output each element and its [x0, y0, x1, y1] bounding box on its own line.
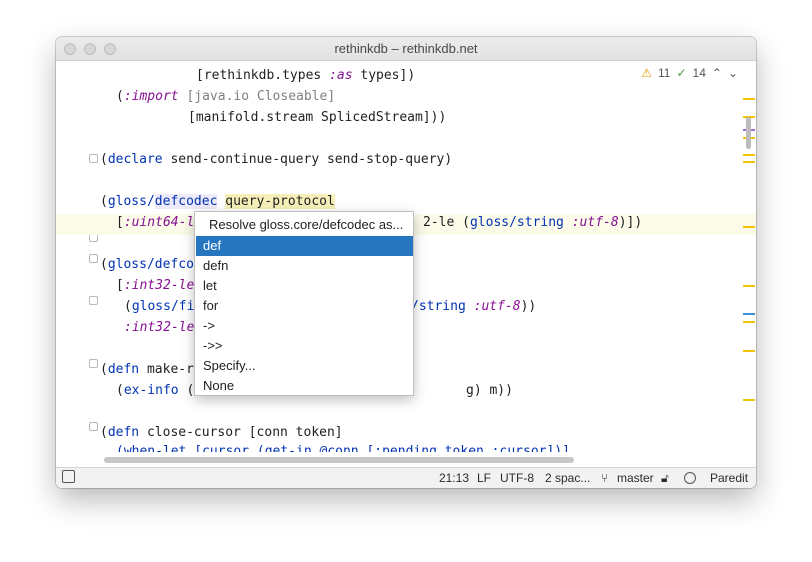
indent-setting[interactable]: 2 spac...	[545, 471, 590, 485]
code-line-9b: /string :utf-8))	[411, 299, 537, 314]
popup-title: Resolve gloss.core/defcodec as...	[209, 217, 404, 232]
popup-item-let[interactable]: let	[196, 276, 413, 296]
fold-marker-icon[interactable]	[89, 254, 98, 263]
code-line-12a: (ex-info (	[116, 383, 195, 398]
line-ending[interactable]: LF	[477, 471, 491, 485]
error-stripe-marker[interactable]	[743, 98, 755, 100]
window-title: rethinkdb – rethinkdb.net	[334, 41, 478, 56]
inspection-widget[interactable]: ⚠ 11 ✓ 14 ⌃ ⌄	[641, 66, 738, 80]
chevron-down-icon[interactable]: ⌄	[728, 66, 738, 80]
error-stripe-marker[interactable]	[743, 154, 755, 156]
query-protocol-symbol: query-protocol	[225, 194, 335, 209]
popup-item-specify[interactable]: Specify...	[196, 356, 413, 376]
code-line-8: [:int32-le	[116, 278, 195, 293]
popup-item-thread-last[interactable]: ->>	[196, 336, 413, 356]
notifications-icon[interactable]	[684, 472, 696, 484]
warning-count: 11	[657, 66, 671, 80]
code-line-6a: [:uint64-l	[116, 215, 195, 230]
code-line-4: (declare send-continue-query send-stop-q…	[100, 152, 453, 167]
popup-item-none[interactable]: None	[196, 376, 413, 396]
fold-marker-icon[interactable]	[89, 296, 98, 305]
defcodec-symbol: defcodec	[154, 194, 218, 209]
error-stripe-marker[interactable]	[743, 399, 755, 401]
code-line-11: (defn make-r	[100, 362, 194, 377]
code-line-6b: 2-le (gloss/string :utf-8)])	[423, 215, 643, 230]
code-line-9a: (gloss/fi	[124, 299, 195, 314]
chevron-up-icon[interactable]: ⌃	[712, 66, 722, 80]
error-stripe-marker[interactable]	[743, 161, 755, 163]
editor-gutter[interactable]	[56, 61, 100, 452]
vertical-scrollbar[interactable]	[746, 117, 751, 149]
lock-icon[interactable]: 🔓︎	[661, 471, 669, 486]
code-line-3: [manifold.stream SplicedStream]))	[188, 110, 447, 125]
fold-marker-icon[interactable]	[89, 154, 98, 163]
resolve-macro-popup: Resolve gloss.core/defcodec as... def de…	[194, 211, 414, 396]
code-line-10: :int32-le	[124, 320, 195, 335]
paredit-mode[interactable]: Paredit	[710, 471, 748, 485]
error-stripe-marker[interactable]	[743, 321, 755, 323]
error-stripe-marker[interactable]	[743, 313, 755, 315]
status-bar: 21:13 LF UTF-8 2 spac... ⑂ master 🔓︎ Par…	[56, 467, 756, 488]
popup-item-thread-first[interactable]: ->	[196, 316, 413, 336]
code-line-5: (gloss/defcodec query-protocol	[100, 194, 335, 209]
popup-item-defn[interactable]: defn	[196, 256, 413, 276]
code-line-2: (:import [java.io Closeable]	[116, 89, 336, 104]
file-encoding[interactable]: UTF-8	[500, 471, 534, 485]
caret-position[interactable]: 21:13	[439, 471, 469, 485]
code-line-13: (defn close-cursor [conn token]	[100, 425, 343, 440]
code-line-7: (gloss/defco	[100, 257, 194, 272]
warning-icon: ⚠	[641, 66, 652, 80]
popup-item-for[interactable]: for	[196, 296, 413, 316]
code-line-12b: g) m))	[466, 383, 513, 398]
fold-marker-icon[interactable]	[89, 359, 98, 368]
code-line-1: [rethinkdb.types :as types])	[196, 68, 416, 83]
error-stripe-marker[interactable]	[743, 226, 755, 228]
title-bar: rethinkdb – rethinkdb.net	[56, 37, 756, 61]
tool-windows-icon[interactable]	[62, 470, 75, 483]
fold-marker-icon[interactable]	[89, 422, 98, 431]
git-branch[interactable]: master	[617, 471, 654, 485]
code-line-14: (when-let [cursor (get-in @conn [:pendin…	[116, 444, 570, 452]
git-branch-icon: ⑂	[601, 471, 609, 485]
error-stripe-marker[interactable]	[743, 350, 755, 352]
check-icon: ✓	[676, 66, 687, 80]
horizontal-scrollbar[interactable]	[104, 457, 574, 463]
error-stripe-marker[interactable]	[743, 285, 755, 287]
popup-item-def[interactable]: def	[196, 236, 413, 256]
weak-warning-count: 14	[692, 66, 706, 80]
